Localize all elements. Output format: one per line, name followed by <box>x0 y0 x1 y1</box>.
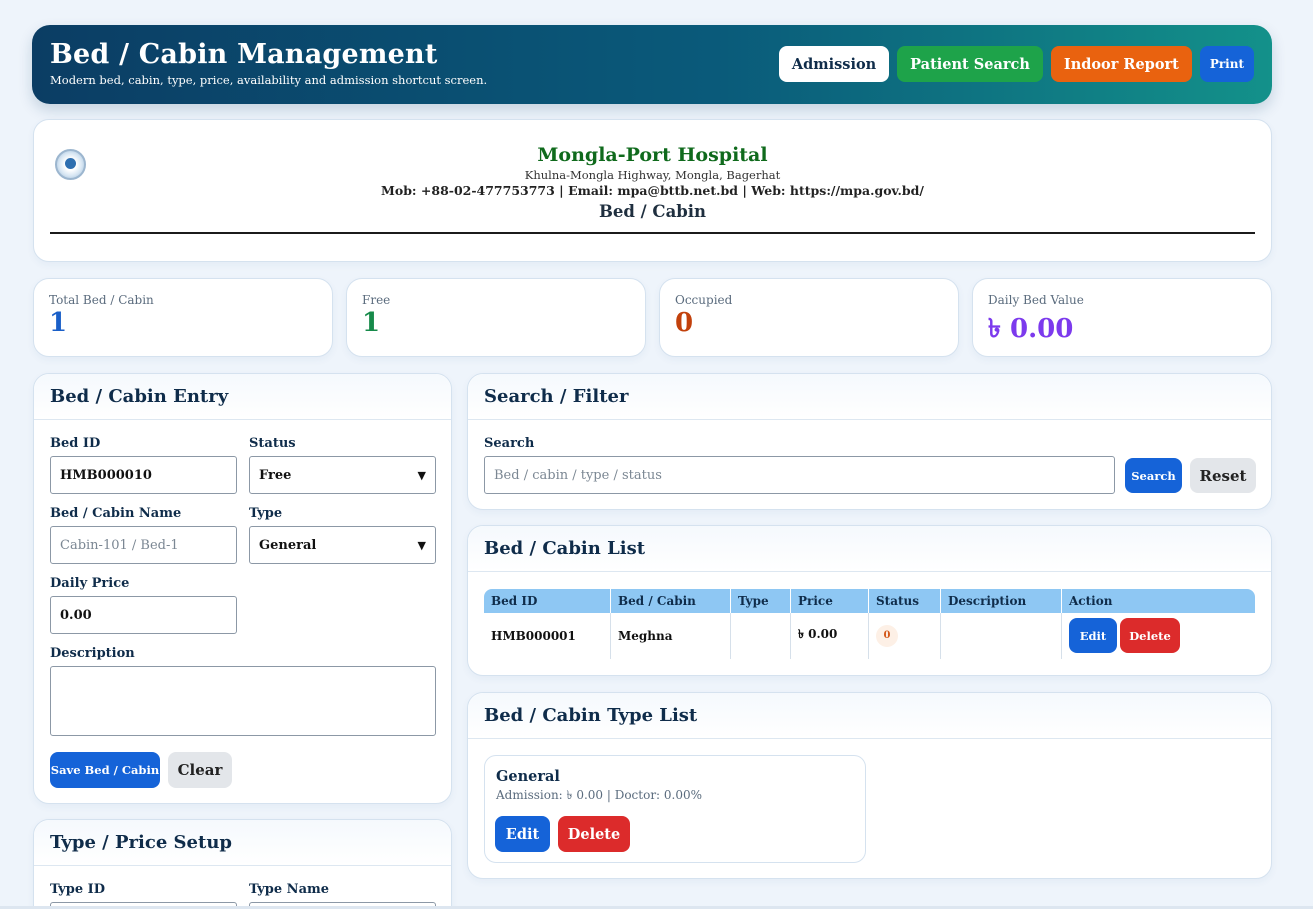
hospital-address: Khulna-Mongla Highway, Mongla, Bagerhat <box>524 168 781 182</box>
bed-id-input[interactable]: HMB000010 <box>50 456 237 494</box>
cell-type <box>731 613 791 659</box>
delete-type-button[interactable]: Delete <box>558 816 630 852</box>
cell-bed-id: HMB000001 <box>484 613 611 659</box>
section-title: Bed / Cabin Type List <box>468 693 1271 739</box>
cell-status: 0 <box>869 613 941 659</box>
page-header: Bed / Cabin Management Modern bed, cabin… <box>32 25 1272 104</box>
type-selected-value: General <box>259 537 317 553</box>
cell-description <box>941 613 1062 659</box>
column-header: Bed / Cabin <box>611 589 731 613</box>
type-id-label: Type ID <box>50 882 106 897</box>
hospital-name: Mongla-Port Hospital <box>537 144 768 166</box>
type-item-card: General Admission: ৳ 0.00 | Doctor: 0.00… <box>484 755 866 863</box>
bed-id-label: Bed ID <box>50 436 101 451</box>
status-select[interactable]: Free ▼ <box>249 456 436 494</box>
stat-free: Free 1 <box>346 278 646 357</box>
column-header: Bed ID <box>484 589 611 613</box>
cell-action: Edit Delete <box>1062 613 1255 659</box>
chevron-down-icon: ▼ <box>417 538 426 552</box>
stat-label: Total Bed / Cabin <box>49 293 154 307</box>
bed-table: Bed ID Bed / Cabin Type Price Status Des… <box>484 589 1255 659</box>
print-button[interactable]: Print <box>1199 46 1254 82</box>
admission-button[interactable]: Admission <box>778 46 890 82</box>
type-price-setup-card: Type / Price Setup Type ID Type Name <box>33 819 452 909</box>
search-label: Search <box>484 436 535 451</box>
section-title: Type / Price Setup <box>34 820 451 866</box>
stat-value: 0 <box>675 308 694 338</box>
search-button[interactable]: Search <box>1125 458 1182 493</box>
divider <box>50 232 1255 234</box>
type-item-name: General <box>496 768 560 785</box>
type-label: Type <box>249 506 283 521</box>
type-name-label: Type Name <box>249 882 330 897</box>
cell-bed-name: Meghna <box>611 613 731 659</box>
column-header: Status <box>869 589 941 613</box>
header-actions: Admission Patient Search Indoor Report P… <box>778 46 1254 82</box>
column-header: Description <box>941 589 1062 613</box>
stat-total: Total Bed / Cabin 1 <box>33 278 333 357</box>
stat-value: 1 <box>362 308 381 338</box>
column-header: Price <box>791 589 869 613</box>
edit-type-button[interactable]: Edit <box>495 816 550 852</box>
daily-price-label: Daily Price <box>50 576 130 591</box>
table-header-row: Bed ID Bed / Cabin Type Price Status Des… <box>484 589 1255 613</box>
stat-label: Free <box>362 293 391 307</box>
bed-name-input[interactable]: Cabin-101 / Bed-1 <box>50 526 237 564</box>
description-textarea[interactable] <box>50 666 436 736</box>
stat-occupied: Occupied 0 <box>659 278 959 357</box>
delete-row-button[interactable]: Delete <box>1120 618 1180 653</box>
daily-price-input[interactable]: 0.00 <box>50 596 237 634</box>
stat-value: ৳ 0.00 <box>988 314 1074 344</box>
stat-daily-value: Daily Bed Value ৳ 0.00 <box>972 278 1272 357</box>
hospital-logo-icon <box>55 149 86 180</box>
chevron-down-icon: ▼ <box>417 468 426 482</box>
column-header: Action <box>1062 589 1255 613</box>
type-list-card: Bed / Cabin Type List General Admission:… <box>467 692 1272 879</box>
hospital-contact: Mob: +88-02-477753773 | Email: mpa@bttb.… <box>381 183 924 198</box>
search-input[interactable]: Bed / cabin / type / status <box>484 456 1115 494</box>
status-selected-value: Free <box>259 467 292 483</box>
reset-button[interactable]: Reset <box>1190 458 1256 493</box>
status-label: Status <box>249 436 296 451</box>
bed-name-label: Bed / Cabin Name <box>50 506 182 521</box>
status-badge: 0 <box>876 625 898 647</box>
table-row: HMB000001 Meghna ৳ 0.00 0 Edit Delete <box>484 613 1255 659</box>
edit-row-button[interactable]: Edit <box>1069 618 1117 653</box>
type-item-desc: Admission: ৳ 0.00 | Doctor: 0.00% <box>496 788 703 802</box>
column-header: Type <box>731 589 791 613</box>
search-filter-card: Search / Filter Search Bed / cabin / typ… <box>467 373 1272 510</box>
stat-value: 1 <box>49 308 68 338</box>
section-title: Bed / Cabin List <box>468 526 1271 572</box>
save-bed-button[interactable]: Save Bed / Cabin <box>50 752 160 788</box>
section-title: Search / Filter <box>468 374 1271 420</box>
hospital-info-card: Mongla-Port Hospital Khulna-Mongla Highw… <box>33 119 1272 262</box>
bed-entry-card: Bed / Cabin Entry Bed ID HMB000010 Statu… <box>33 373 452 804</box>
bed-list-card: Bed / Cabin List Bed ID Bed / Cabin Type… <box>467 525 1272 676</box>
stat-label: Occupied <box>675 293 733 307</box>
type-select[interactable]: General ▼ <box>249 526 436 564</box>
section-title: Bed / Cabin Entry <box>34 374 451 420</box>
stat-label: Daily Bed Value <box>988 293 1084 307</box>
patient-search-button[interactable]: Patient Search <box>897 46 1043 82</box>
report-title: Bed / Cabin <box>598 202 707 221</box>
description-label: Description <box>50 646 135 661</box>
indoor-report-button[interactable]: Indoor Report <box>1050 46 1192 82</box>
bed-table-wrap: Bed ID Bed / Cabin Type Price Status Des… <box>484 589 1255 659</box>
clear-button[interactable]: Clear <box>168 752 232 788</box>
cell-price: ৳ 0.00 <box>791 613 869 659</box>
